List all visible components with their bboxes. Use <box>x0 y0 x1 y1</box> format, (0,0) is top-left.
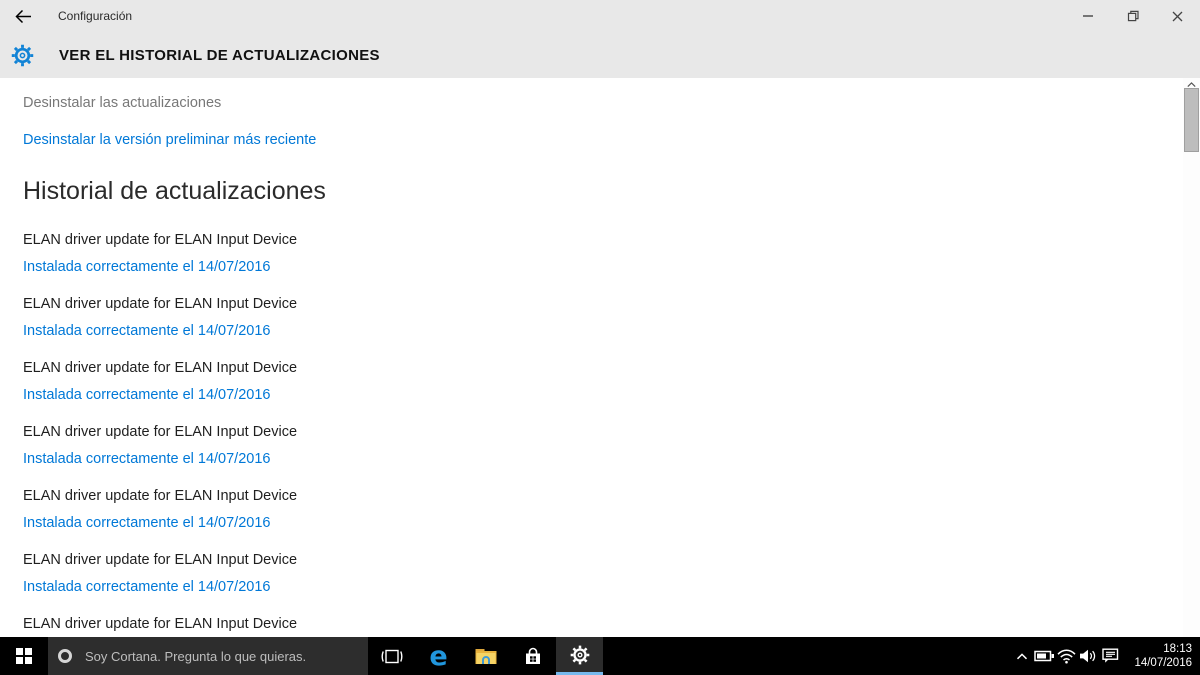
windows-logo-icon <box>16 648 32 664</box>
update-status-link[interactable]: Instalada correctamente el 14/07/2016 <box>23 513 297 533</box>
settings-gear-icon <box>11 44 34 67</box>
update-item: ELAN driver update for ELAN Input Device… <box>23 230 297 277</box>
update-item: ELAN driver update for ELAN Input Device… <box>23 358 297 405</box>
store-button[interactable] <box>509 637 556 675</box>
cortana-search-box[interactable]: Soy Cortana. Pregunta lo que quieras. <box>48 637 368 675</box>
update-title: ELAN driver update for ELAN Input Device <box>23 424 298 440</box>
update-title: ELAN driver update for ELAN Input Device <box>23 232 298 248</box>
wifi-button[interactable] <box>1055 637 1077 675</box>
update-item: ELAN driver update for ELAN Input Device… <box>23 294 297 341</box>
taskbar-clock[interactable]: 18:13 14/07/2016 <box>1128 642 1192 670</box>
update-item: ELAN driver update for ELAN Input Device… <box>23 422 297 469</box>
close-button[interactable] <box>1155 0 1200 32</box>
battery-icon <box>1033 650 1054 662</box>
uninstall-preview-link[interactable]: Desinstalar la versión preliminar más re… <box>23 132 316 148</box>
clock-time: 18:13 <box>1163 643 1192 655</box>
edge-browser-button[interactable]: e <box>415 637 462 675</box>
window-title: Configuración <box>58 9 133 23</box>
battery-button[interactable] <box>1033 637 1055 675</box>
update-title: ELAN driver update for ELAN Input Device <box>23 616 298 632</box>
edge-icon: e <box>429 640 448 672</box>
folder-icon <box>475 649 496 664</box>
gear-icon <box>570 645 590 665</box>
back-button[interactable] <box>0 0 46 32</box>
store-bag-icon <box>525 647 540 664</box>
search-placeholder: Soy Cortana. Pregunta lo que quieras. <box>85 648 307 664</box>
update-title: ELAN driver update for ELAN Input Device <box>23 296 298 312</box>
top-header-area: Configuración VER EL HISTORIAL DE ACTUAL… <box>0 0 1200 78</box>
file-explorer-button[interactable] <box>462 637 509 675</box>
titlebar: Configuración <box>0 0 1200 32</box>
action-center-button[interactable] <box>1099 637 1121 675</box>
task-view-icon <box>381 649 402 663</box>
volume-button[interactable] <box>1077 637 1099 675</box>
update-title: ELAN driver update for ELAN Input Device <box>23 488 298 504</box>
scrollbar[interactable] <box>1183 78 1200 637</box>
restore-button[interactable] <box>1110 0 1155 32</box>
content-area: Desinstalar las actualizaciones Desinsta… <box>0 78 1200 637</box>
update-item: ELAN driver update for ELAN Input Device… <box>23 486 297 533</box>
notification-icon <box>1101 648 1118 663</box>
cortana-icon <box>58 649 72 663</box>
update-status-link[interactable]: Instalada correctamente el 14/07/2016 <box>23 449 297 469</box>
update-status-link[interactable]: Instalada correctamente el 14/07/2016 <box>23 321 297 341</box>
start-button[interactable] <box>0 637 48 675</box>
task-view-button[interactable] <box>368 637 415 675</box>
system-tray: 18:13 14/07/2016 <box>1011 637 1200 675</box>
minimize-icon <box>1082 15 1093 17</box>
update-status-link[interactable]: Instalada correctamente el 14/07/2016 <box>23 257 297 277</box>
update-item: ELAN driver update for ELAN Input Device… <box>23 550 297 597</box>
update-list: ELAN driver update for ELAN Input Device… <box>23 230 297 637</box>
update-title: ELAN driver update for ELAN Input Device <box>23 360 298 376</box>
scrollbar-thumb[interactable] <box>1184 88 1199 152</box>
close-icon <box>1172 11 1183 21</box>
restore-icon <box>1127 10 1139 22</box>
clock-date: 14/07/2016 <box>1134 657 1192 669</box>
settings-window: Configuración VER EL HISTORIAL DE ACTUAL… <box>0 0 1200 675</box>
page-title: VER EL HISTORIAL DE ACTUALIZACIONES <box>59 46 380 64</box>
update-item: ELAN driver update for ELAN Input Device <box>23 614 297 634</box>
back-arrow-icon <box>14 9 31 23</box>
uninstall-updates-link[interactable]: Desinstalar las actualizaciones <box>23 95 221 111</box>
taskbar: Soy Cortana. Pregunta lo que quieras. e <box>0 637 1200 675</box>
settings-taskbar-button[interactable] <box>556 637 603 675</box>
update-status-link[interactable]: Instalada correctamente el 14/07/2016 <box>23 577 297 597</box>
history-heading: Historial de actualizaciones <box>23 177 326 205</box>
wifi-icon <box>1056 649 1076 663</box>
chevron-up-icon <box>1016 652 1028 659</box>
window-controls <box>1065 0 1200 32</box>
speaker-icon <box>1079 649 1095 663</box>
minimize-button[interactable] <box>1065 0 1110 32</box>
update-title: ELAN driver update for ELAN Input Device <box>23 552 298 568</box>
tray-expand-button[interactable] <box>1011 637 1033 675</box>
update-status-link[interactable]: Instalada correctamente el 14/07/2016 <box>23 385 297 405</box>
page-header: VER EL HISTORIAL DE ACTUALIZACIONES <box>0 32 1200 78</box>
